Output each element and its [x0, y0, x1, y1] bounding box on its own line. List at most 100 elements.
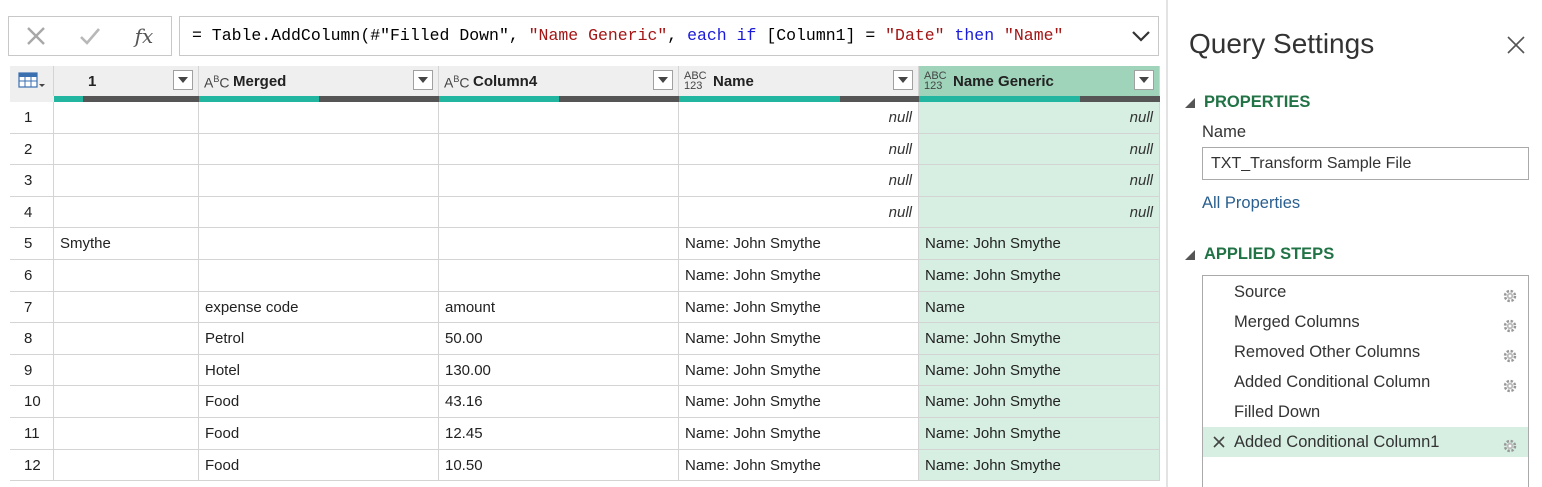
- column-header[interactable]: ABC Column4: [439, 66, 679, 96]
- pane-divider[interactable]: [1166, 0, 1168, 487]
- table-cell[interactable]: [439, 165, 679, 197]
- table-cell[interactable]: Name: John Smythe: [919, 260, 1160, 292]
- table-cell[interactable]: [199, 196, 439, 229]
- cancel-formula-button[interactable]: [9, 17, 63, 55]
- table-cell[interactable]: Food: [199, 386, 439, 418]
- applied-step-item[interactable]: Added Conditional Column: [1203, 367, 1528, 397]
- row-number[interactable]: 12: [10, 449, 54, 482]
- row-number[interactable]: 5: [10, 228, 54, 260]
- applied-steps-section-header[interactable]: APPLIED STEPS: [1183, 245, 1334, 264]
- table-cell[interactable]: 50.00: [439, 323, 679, 355]
- table-cell[interactable]: Smythe: [54, 228, 199, 260]
- table-cell[interactable]: null: [679, 102, 919, 134]
- column-filter-dropdown[interactable]: [413, 70, 433, 90]
- all-properties-link[interactable]: All Properties: [1202, 194, 1300, 213]
- row-number[interactable]: 9: [10, 354, 54, 387]
- table-cell[interactable]: null: [679, 133, 919, 166]
- table-cell[interactable]: Name: John Smythe: [679, 449, 919, 482]
- table-cell[interactable]: [54, 354, 199, 387]
- table-cell[interactable]: 12.45: [439, 418, 679, 450]
- applied-step-item[interactable]: Added Conditional Column1: [1203, 427, 1528, 457]
- column-header[interactable]: 1: [54, 66, 199, 96]
- row-number[interactable]: 8: [10, 323, 54, 355]
- row-number[interactable]: 11: [10, 418, 54, 450]
- table-cell[interactable]: null: [919, 102, 1160, 134]
- gear-icon[interactable]: [1502, 284, 1518, 303]
- table-cell[interactable]: Name: John Smythe: [919, 418, 1160, 450]
- table-cell[interactable]: null: [679, 165, 919, 197]
- table-cell[interactable]: Name: John Smythe: [919, 386, 1160, 418]
- table-cell[interactable]: null: [679, 196, 919, 229]
- table-cell[interactable]: Food: [199, 418, 439, 450]
- table-menu-button[interactable]: [10, 66, 54, 96]
- data-type-icon[interactable]: ABC: [204, 74, 230, 89]
- column-header[interactable]: ABC Merged: [199, 66, 439, 96]
- table-cell[interactable]: Name: John Smythe: [679, 386, 919, 418]
- gear-icon[interactable]: [1502, 314, 1518, 333]
- column-header[interactable]: ABC 123 Name Generic: [919, 66, 1160, 96]
- row-number[interactable]: 7: [10, 291, 54, 324]
- table-cell[interactable]: [199, 165, 439, 197]
- table-cell[interactable]: Food: [199, 449, 439, 482]
- table-cell[interactable]: [199, 260, 439, 292]
- table-cell[interactable]: Name: John Smythe: [919, 228, 1160, 260]
- table-cell[interactable]: [199, 228, 439, 260]
- table-cell[interactable]: Hotel: [199, 354, 439, 387]
- properties-section-header[interactable]: PROPERTIES: [1183, 93, 1310, 112]
- insert-function-button[interactable]: fx: [117, 17, 171, 55]
- close-query-settings-button[interactable]: [1505, 34, 1527, 56]
- applied-step-item[interactable]: Removed Other Columns: [1203, 337, 1528, 367]
- table-cell[interactable]: [439, 133, 679, 166]
- table-cell[interactable]: [199, 102, 439, 134]
- table-cell[interactable]: [199, 133, 439, 166]
- applied-step-item[interactable]: Merged Columns: [1203, 307, 1528, 337]
- applied-step-item[interactable]: Source: [1203, 277, 1528, 307]
- gear-icon[interactable]: [1502, 434, 1518, 453]
- applied-step-item[interactable]: Filled Down: [1203, 397, 1528, 427]
- table-cell[interactable]: Name: John Smythe: [919, 449, 1160, 482]
- row-number[interactable]: 3: [10, 165, 54, 197]
- column-filter-dropdown[interactable]: [1134, 70, 1154, 90]
- confirm-formula-button[interactable]: [63, 17, 117, 55]
- row-number[interactable]: 10: [10, 386, 54, 418]
- table-cell[interactable]: [54, 260, 199, 292]
- row-number[interactable]: 4: [10, 196, 54, 229]
- table-cell[interactable]: Name: John Smythe: [679, 228, 919, 260]
- table-cell[interactable]: Name: [919, 291, 1160, 324]
- table-cell[interactable]: [54, 418, 199, 450]
- table-cell[interactable]: [54, 291, 199, 324]
- column-filter-dropdown[interactable]: [173, 70, 193, 90]
- table-cell[interactable]: Name: John Smythe: [679, 291, 919, 324]
- table-cell[interactable]: [439, 196, 679, 229]
- gear-icon[interactable]: [1502, 344, 1518, 363]
- table-cell[interactable]: [54, 323, 199, 355]
- table-cell[interactable]: [54, 165, 199, 197]
- table-cell[interactable]: Name: John Smythe: [679, 418, 919, 450]
- formula-input[interactable]: = Table.AddColumn(#"Filled Down", "Name …: [179, 16, 1159, 56]
- gear-icon[interactable]: [1502, 374, 1518, 393]
- table-cell[interactable]: null: [919, 165, 1160, 197]
- column-header[interactable]: ABC 123 Name: [679, 66, 919, 96]
- table-cell[interactable]: null: [919, 196, 1160, 229]
- table-cell[interactable]: [54, 449, 199, 482]
- table-cell[interactable]: [439, 260, 679, 292]
- table-cell[interactable]: [54, 386, 199, 418]
- table-cell[interactable]: expense code: [199, 291, 439, 324]
- table-cell[interactable]: amount: [439, 291, 679, 324]
- query-name-input[interactable]: TXT_Transform Sample File: [1202, 147, 1529, 180]
- table-cell[interactable]: Name: John Smythe: [919, 323, 1160, 355]
- table-cell[interactable]: 43.16: [439, 386, 679, 418]
- expand-formula-button[interactable]: [1126, 18, 1156, 54]
- table-cell[interactable]: [439, 102, 679, 134]
- table-cell[interactable]: [54, 102, 199, 134]
- table-cell[interactable]: 10.50: [439, 449, 679, 482]
- column-filter-dropdown[interactable]: [893, 70, 913, 90]
- table-cell[interactable]: Petrol: [199, 323, 439, 355]
- table-cell[interactable]: Name: John Smythe: [679, 354, 919, 387]
- data-type-icon[interactable]: ABC: [444, 74, 470, 89]
- data-type-icon[interactable]: ABC 123: [684, 71, 710, 92]
- table-cell[interactable]: [54, 133, 199, 166]
- data-type-icon[interactable]: ABC 123: [924, 71, 950, 92]
- table-cell[interactable]: [54, 196, 199, 229]
- table-cell[interactable]: 130.00: [439, 354, 679, 387]
